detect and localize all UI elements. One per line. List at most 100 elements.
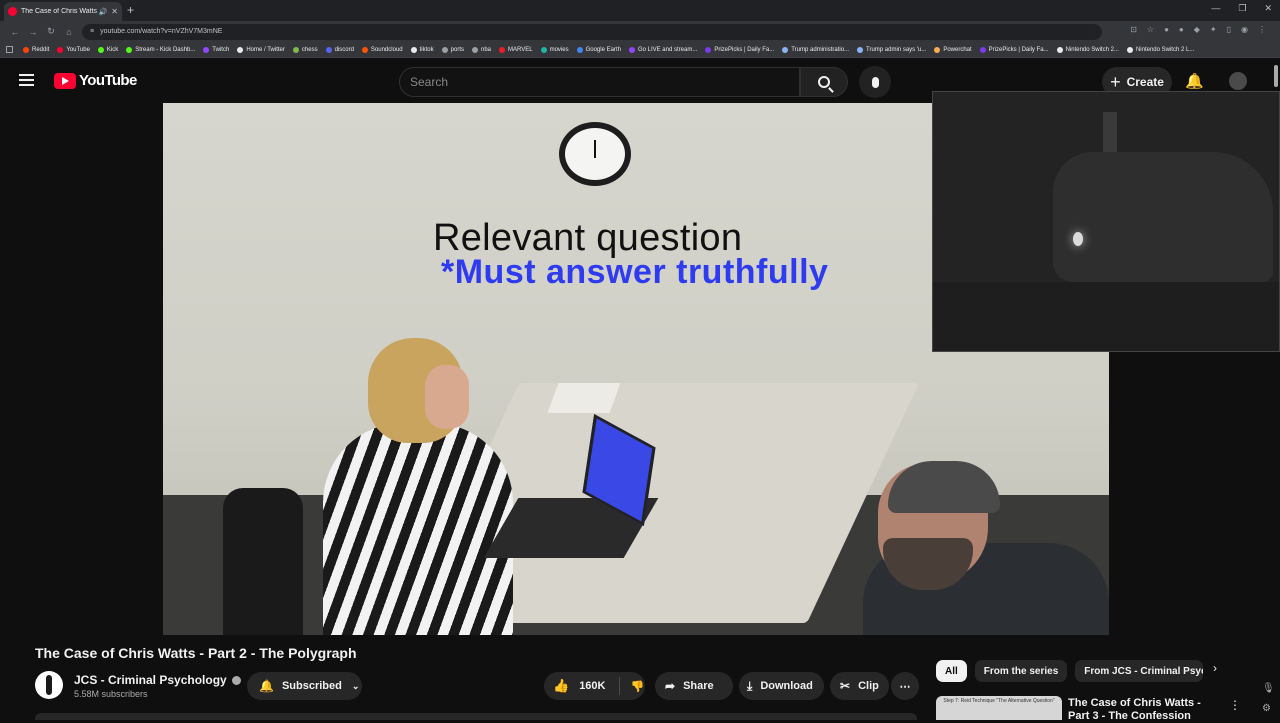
browser-tab-active[interactable]: The Case of Chris Watts - P 🔊 ✕: [4, 2, 122, 21]
bookmark-favicon-icon: [471, 46, 478, 53]
bookmark-item[interactable]: Home / Twitter: [237, 46, 285, 53]
share-icon: ➦: [665, 679, 676, 693]
settings-gear-icon[interactable]: ⚙: [1262, 703, 1271, 714]
bookmark-item[interactable]: MARVEL: [499, 46, 533, 53]
more-vertical-icon[interactable]: ⋮: [1229, 698, 1241, 712]
bookmark-item[interactable]: Trump admin says 'u...: [857, 46, 926, 53]
plus-icon: +: [1110, 71, 1121, 92]
bookmark-favicon-icon: [441, 46, 448, 53]
bookmark-item[interactable]: Go LIVE and stream...: [628, 46, 698, 53]
more-actions-button[interactable]: ⋯: [891, 672, 919, 700]
recommendation-title[interactable]: The Case of Chris Watts - Part 3 - The C…: [1068, 697, 1220, 723]
restore-icon[interactable]: ❐: [1238, 3, 1246, 14]
menu-dots-icon[interactable]: ⋮: [1258, 25, 1266, 34]
address-bar[interactable]: ≡ youtube.com/watch?v=nVZhV7M3mNE: [82, 23, 1102, 40]
bookmark-item[interactable]: Trump administratio...: [782, 46, 850, 53]
bookmark-label: Nintendo Switch 2 L...: [1135, 46, 1195, 53]
verified-badge-icon: [231, 676, 241, 686]
video-title: The Case of Chris Watts - Part 2 - The P…: [35, 645, 357, 661]
extension-icon[interactable]: ◆: [1194, 25, 1200, 34]
more-horizontal-icon: ⋯: [899, 680, 911, 693]
speaker-icon[interactable]: 🔊: [99, 8, 108, 16]
bookmark-item[interactable]: Powerchat: [934, 46, 972, 53]
tissue-box: [547, 383, 621, 413]
bookmark-item[interactable]: movies: [540, 46, 569, 53]
install-icon[interactable]: ⊡: [1130, 25, 1137, 34]
close-window-icon[interactable]: ✕: [1264, 3, 1272, 14]
sidepanel-icon[interactable]: ▯: [1227, 25, 1231, 34]
site-info-icon[interactable]: ≡: [90, 28, 94, 35]
extension-icon[interactable]: ●: [1179, 25, 1184, 34]
search-button[interactable]: [800, 67, 848, 97]
download-button[interactable]: ⤓ Download: [739, 672, 824, 700]
reload-icon[interactable]: ↻: [42, 26, 60, 37]
bookmark-item[interactable]: Kick: [97, 46, 118, 53]
bookmark-item[interactable]: YouTube: [57, 46, 90, 53]
chip-all[interactable]: All: [936, 660, 967, 682]
forward-icon[interactable]: →: [24, 27, 42, 37]
tab-title: The Case of Chris Watts - P: [21, 8, 97, 15]
home-icon[interactable]: ⌂: [60, 27, 78, 37]
description-box[interactable]: [35, 713, 917, 720]
bookmark-item[interactable]: Twitch: [203, 46, 229, 53]
recommendation-thumbnail[interactable]: Step 7: Reid Technique "The Alternative …: [936, 696, 1062, 720]
chevron-right-icon[interactable]: ›: [1213, 661, 1217, 675]
account-avatar[interactable]: [1229, 72, 1247, 90]
back-icon[interactable]: ←: [6, 27, 24, 37]
bookmark-label: Nintendo Switch 2...: [1065, 46, 1119, 53]
search-input[interactable]: Search: [399, 67, 800, 97]
bookmark-favicon-icon: [23, 46, 29, 53]
like-count[interactable]: 160K: [579, 680, 605, 692]
chevron-down-icon: ⌄: [351, 680, 360, 691]
channel-name[interactable]: JCS - Criminal Psychology: [74, 673, 241, 687]
bookmark-label: Go LIVE and stream...: [637, 46, 698, 53]
bookmark-favicon-icon: [126, 46, 133, 53]
bookmark-item[interactable]: Reddit: [23, 46, 49, 53]
new-tab-icon[interactable]: +: [127, 3, 134, 17]
youtube-logo[interactable]: YouTube: [54, 72, 137, 89]
download-label: Download: [760, 680, 813, 692]
chip-from-channel[interactable]: From JCS - Criminal Psychology: [1075, 660, 1204, 682]
bookmark-favicon-icon: [576, 46, 583, 53]
create-label: Create: [1126, 75, 1164, 89]
bell-icon: 🔔: [259, 679, 274, 693]
bookmark-favicon-icon: [979, 46, 986, 53]
close-tab-icon[interactable]: ✕: [111, 7, 118, 16]
bookmark-item[interactable]: ports: [441, 46, 464, 53]
microphone-icon: [871, 76, 879, 88]
hamburger-menu-icon[interactable]: [19, 74, 34, 86]
bookmark-item[interactable]: discord: [325, 46, 354, 53]
bookmark-item[interactable]: PrizePicks | Daily Fa...: [979, 46, 1049, 53]
dislike-icon[interactable]: 👎: [630, 680, 644, 693]
minimize-icon[interactable]: —: [1211, 3, 1220, 14]
bookmark-label: Powerchat: [943, 46, 972, 53]
bookmark-item[interactable]: Nintendo Switch 2...: [1056, 46, 1119, 53]
like-icon[interactable]: 👍: [553, 678, 569, 694]
extension-icon[interactable]: ●: [1164, 25, 1169, 34]
channel-avatar[interactable]: [35, 671, 63, 699]
page-scrollbar[interactable]: [1274, 65, 1278, 87]
clip-button[interactable]: ✂ Clip: [830, 672, 889, 700]
chip-from-series[interactable]: From the series: [974, 660, 1068, 682]
bookmark-item[interactable]: Soundcloud: [361, 46, 403, 53]
share-label: Share: [683, 680, 714, 692]
bookmark-item[interactable]: Google Earth: [576, 46, 621, 53]
apps-icon[interactable]: [6, 46, 13, 53]
bookmark-item[interactable]: PrizePicks | Daily Fa...: [705, 46, 774, 53]
bookmark-item[interactable]: chess: [292, 46, 318, 53]
profile-icon[interactable]: ◉: [1241, 25, 1248, 34]
bookmark-label: PrizePicks | Daily Fa...: [988, 46, 1049, 53]
subscribed-button[interactable]: 🔔 Subscribed ⌄: [247, 672, 362, 700]
puzzle-icon[interactable]: ✦: [1210, 25, 1217, 34]
bookmark-item[interactable]: Nintendo Switch 2 L...: [1126, 46, 1195, 53]
bookmark-label: Trump administratio...: [791, 46, 850, 53]
bookmark-item[interactable]: nba: [471, 46, 491, 53]
bookmark-favicon-icon: [237, 46, 244, 53]
bookmark-item[interactable]: Stream - Kick Dashb...: [126, 46, 195, 53]
bookmark-star-icon[interactable]: ☆: [1147, 25, 1154, 34]
notifications-bell-icon[interactable]: 🔔: [1185, 72, 1204, 90]
voice-search-button[interactable]: [859, 66, 891, 98]
mic-indicator-icon: 🎙: [1262, 683, 1275, 694]
share-button[interactable]: ➦ Share: [655, 672, 733, 700]
bookmark-item[interactable]: tiktok: [410, 46, 434, 53]
